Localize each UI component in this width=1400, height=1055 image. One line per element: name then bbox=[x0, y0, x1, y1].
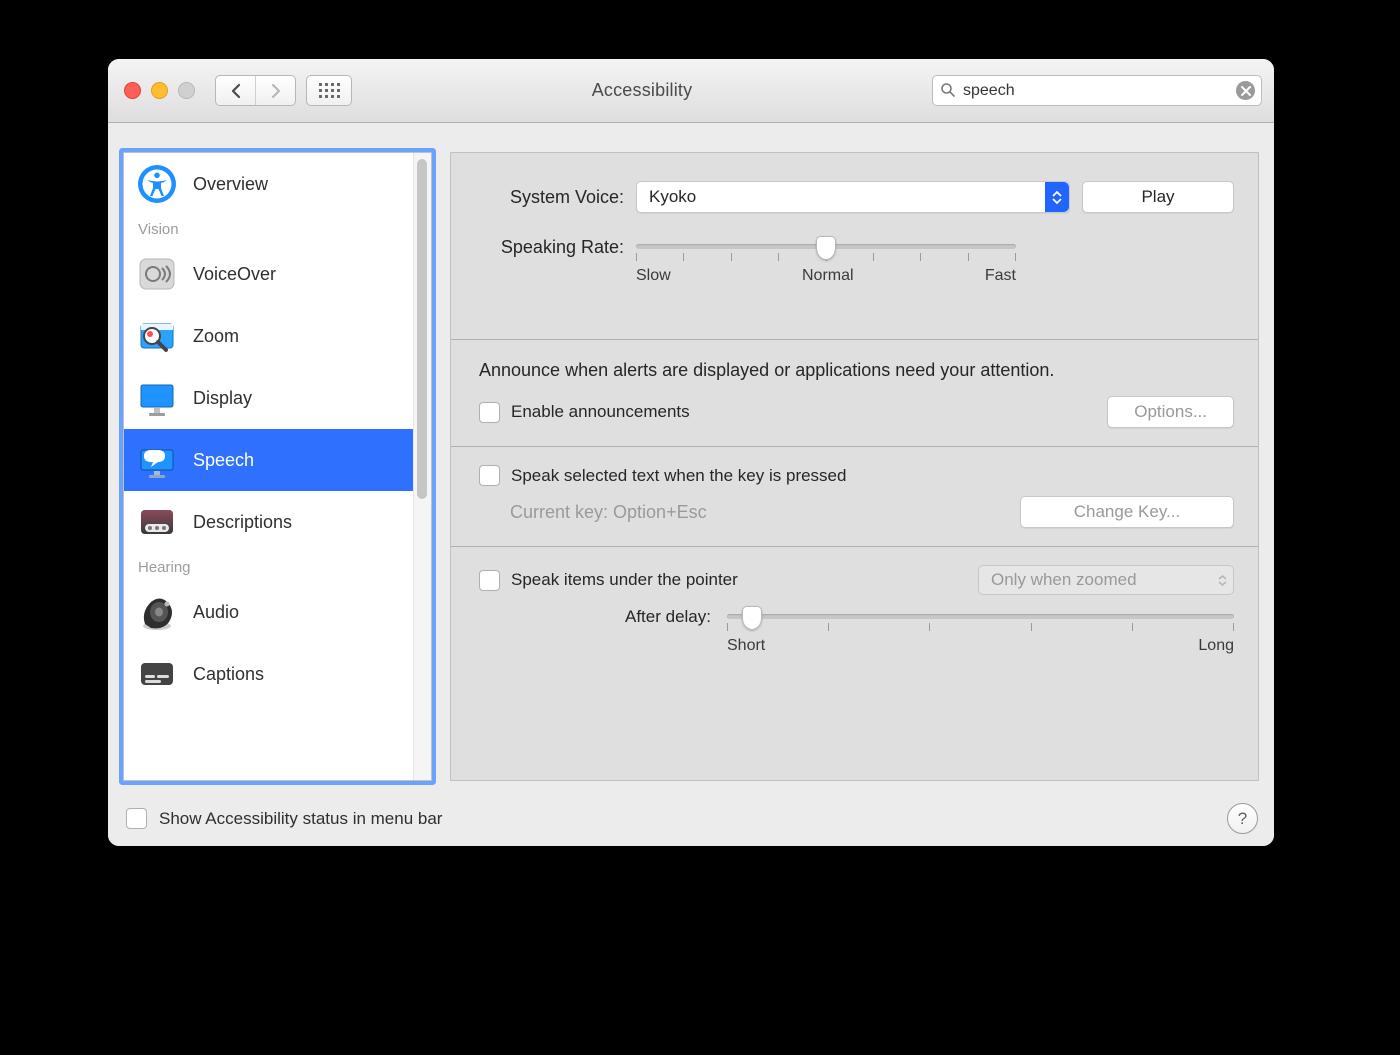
minimize-icon[interactable] bbox=[151, 82, 168, 99]
window-footer: Show Accessibility status in menu bar ? bbox=[108, 791, 1274, 846]
show-all-button[interactable] bbox=[306, 75, 352, 106]
sidebar-header-vision: Vision bbox=[124, 215, 413, 243]
slider-knob[interactable] bbox=[816, 236, 836, 260]
zoom-icon bbox=[136, 315, 178, 357]
window-toolbar: Accessibility bbox=[108, 59, 1274, 123]
close-icon[interactable] bbox=[124, 82, 141, 99]
enable-announcements-label: Enable announcements bbox=[511, 402, 690, 422]
window-title: Accessibility bbox=[362, 80, 922, 101]
display-icon bbox=[136, 377, 178, 419]
speaking-rate-label: Speaking Rate: bbox=[479, 235, 624, 258]
accessibility-icon bbox=[136, 163, 178, 205]
sidebar-item-label: Display bbox=[193, 388, 252, 409]
after-delay-slider[interactable]: Short Long bbox=[727, 605, 1234, 645]
system-voice-label: System Voice: bbox=[479, 187, 624, 208]
select-arrows-icon bbox=[1218, 575, 1227, 586]
speak-selected-checkbox[interactable] bbox=[479, 465, 500, 486]
window-controls bbox=[124, 82, 195, 99]
slider-knob[interactable] bbox=[742, 606, 762, 630]
sidebar-item-label: VoiceOver bbox=[193, 264, 276, 285]
category-sidebar: Overview Vision VoiceOver Zoom bbox=[123, 152, 432, 781]
rate-mark-normal: Normal bbox=[802, 267, 854, 285]
select-arrows-icon bbox=[1045, 182, 1069, 212]
sidebar-item-label: Overview bbox=[193, 174, 268, 195]
current-key-label: Current key: Option+Esc bbox=[479, 502, 707, 523]
speak-pointer-mode-select[interactable]: Only when zoomed bbox=[978, 565, 1234, 595]
settings-pane: System Voice: Kyoko Play Speaking Rate: bbox=[450, 152, 1259, 781]
sidebar-list[interactable]: Overview Vision VoiceOver Zoom bbox=[124, 153, 413, 780]
rate-mark-fast: Fast bbox=[985, 267, 1016, 285]
speak-pointer-label: Speak items under the pointer bbox=[511, 570, 738, 590]
divider bbox=[451, 546, 1258, 547]
captions-icon bbox=[136, 653, 178, 695]
divider bbox=[451, 446, 1258, 447]
sidebar-item-label: Audio bbox=[193, 602, 239, 623]
sidebar-item-label: Descriptions bbox=[193, 512, 292, 533]
back-button[interactable] bbox=[216, 76, 255, 105]
sidebar-item-speech[interactable]: Speech bbox=[124, 429, 413, 491]
speaking-rate-slider[interactable]: Slow Normal Fast bbox=[636, 235, 1016, 275]
audio-icon bbox=[136, 591, 178, 633]
scrollbar-thumb[interactable] bbox=[417, 159, 427, 499]
system-voice-value: Kyoko bbox=[649, 187, 696, 207]
speak-pointer-checkbox[interactable] bbox=[479, 570, 500, 591]
sidebar-item-overview[interactable]: Overview bbox=[124, 153, 413, 215]
preferences-window: Accessibility Overview bbox=[108, 59, 1274, 846]
grid-icon bbox=[319, 83, 340, 98]
sidebar-item-zoom[interactable]: Zoom bbox=[124, 305, 413, 367]
show-status-menubar-checkbox[interactable] bbox=[126, 808, 147, 829]
zoom-icon bbox=[178, 82, 195, 99]
sidebar-item-audio[interactable]: Audio bbox=[124, 581, 413, 643]
speak-selected-label: Speak selected text when the key is pres… bbox=[511, 466, 846, 486]
delay-mark-short: Short bbox=[727, 637, 765, 655]
sidebar-scrollbar[interactable] bbox=[413, 153, 431, 780]
sidebar-item-label: Zoom bbox=[193, 326, 239, 347]
delay-mark-long: Long bbox=[1198, 637, 1234, 655]
rate-mark-slow: Slow bbox=[636, 267, 671, 285]
search-input[interactable] bbox=[961, 81, 1231, 101]
enable-announcements-checkbox[interactable] bbox=[479, 402, 500, 423]
descriptions-icon bbox=[136, 501, 178, 543]
speak-pointer-mode-value: Only when zoomed bbox=[991, 570, 1137, 590]
nav-back-forward bbox=[215, 75, 296, 106]
window-body: Overview Vision VoiceOver Zoom bbox=[108, 123, 1274, 791]
sidebar-header-hearing: Hearing bbox=[124, 553, 413, 581]
announce-description: Announce when alerts are displayed or ap… bbox=[479, 358, 1079, 382]
search-field[interactable] bbox=[932, 75, 1262, 106]
sidebar-item-label: Speech bbox=[193, 450, 254, 471]
divider bbox=[451, 339, 1258, 340]
voiceover-icon bbox=[136, 253, 178, 295]
clear-search-button[interactable] bbox=[1236, 81, 1255, 100]
play-button[interactable]: Play bbox=[1082, 181, 1234, 213]
sidebar-item-label: Captions bbox=[193, 664, 264, 685]
system-voice-select[interactable]: Kyoko bbox=[636, 181, 1070, 213]
sidebar-item-descriptions[interactable]: Descriptions bbox=[124, 491, 413, 553]
help-button[interactable]: ? bbox=[1227, 803, 1258, 834]
sidebar-item-display[interactable]: Display bbox=[124, 367, 413, 429]
show-status-menubar-label: Show Accessibility status in menu bar bbox=[159, 809, 442, 829]
speech-icon bbox=[136, 439, 178, 481]
sidebar-item-voiceover[interactable]: VoiceOver bbox=[124, 243, 413, 305]
change-key-button[interactable]: Change Key... bbox=[1020, 496, 1234, 528]
sidebar-item-captions[interactable]: Captions bbox=[124, 643, 413, 705]
announcement-options-button[interactable]: Options... bbox=[1107, 396, 1234, 428]
after-delay-label: After delay: bbox=[479, 605, 711, 627]
forward-button[interactable] bbox=[255, 76, 295, 105]
search-icon bbox=[940, 82, 956, 98]
